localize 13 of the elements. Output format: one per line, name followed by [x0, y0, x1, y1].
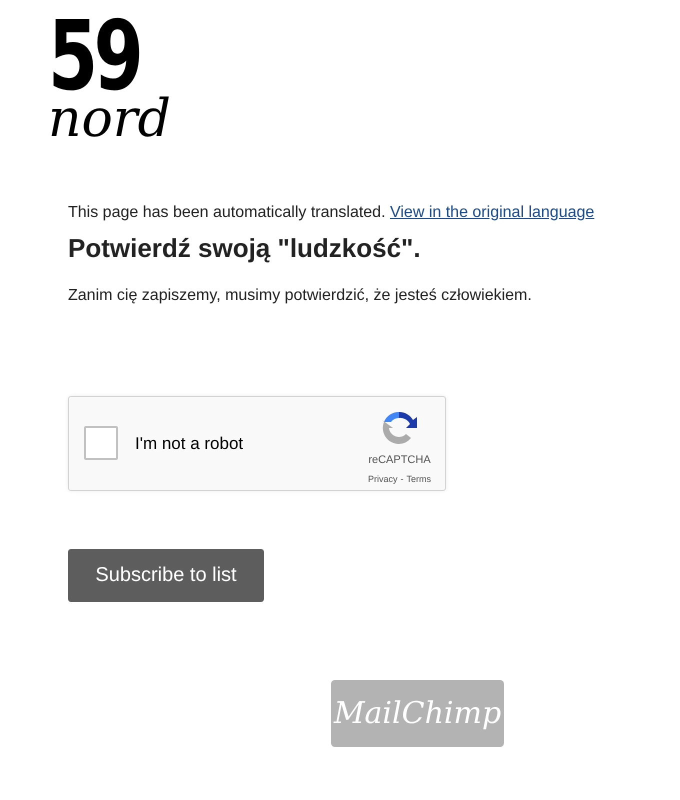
- heading: Potwierdź swoją "ludzkość".: [68, 232, 422, 265]
- subscribe-button[interactable]: Subscribe to list: [68, 548, 264, 602]
- recaptcha-brand: reCAPTCHA: [368, 453, 431, 468]
- translation-notice: This page has been automatically translated. View in the original language: [68, 202, 596, 223]
- description: Zanim cię zapiszemy, musimy potwierdzić, że jesteś człowiekiem.: [68, 286, 533, 306]
- logo-word: nord: [48, 92, 171, 145]
- link-separator: -: [400, 472, 404, 486]
- privacy-link[interactable]: Privacy: [368, 472, 398, 486]
- terms-link[interactable]: Terms: [406, 472, 431, 486]
- logo-number: 59: [48, 18, 140, 95]
- captcha-checkbox[interactable]: [84, 426, 118, 460]
- captcha-label: I'm not a robot: [135, 432, 244, 455]
- original-language-link[interactable]: View in the original language: [390, 204, 594, 221]
